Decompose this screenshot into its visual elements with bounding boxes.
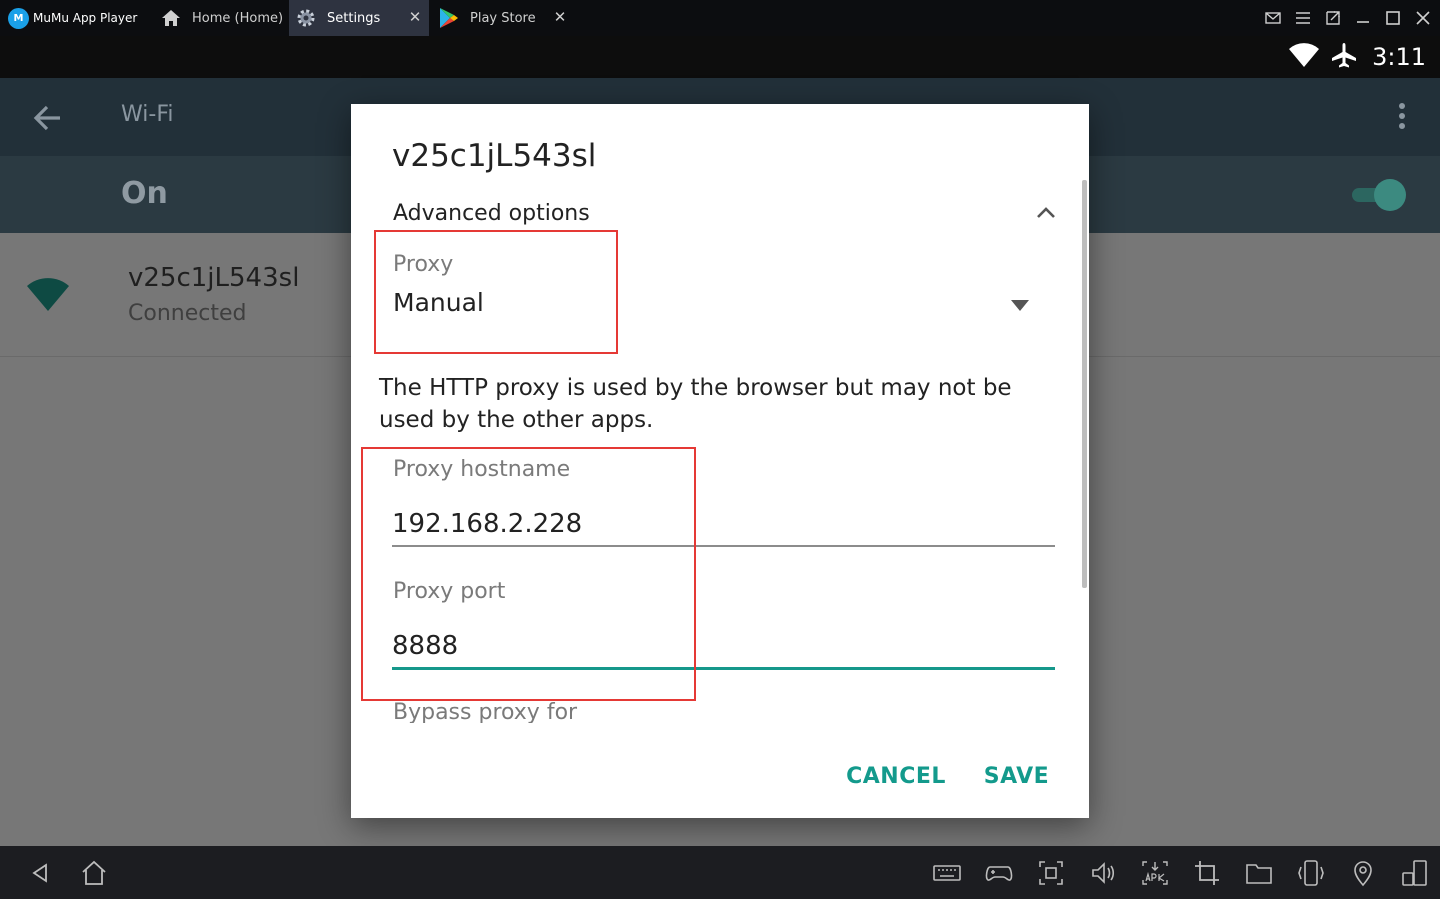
keyboard-icon[interactable] [932, 858, 962, 888]
mumu-logo-icon: M [8, 7, 29, 29]
crop-icon[interactable] [1192, 858, 1222, 888]
tab-play-store[interactable]: Play Store ✕ [432, 0, 574, 36]
dialog-scrollbar[interactable] [1082, 180, 1087, 588]
save-button[interactable]: SAVE [979, 756, 1054, 796]
wifi-switch-label: On [121, 176, 168, 211]
network-status: Connected [128, 301, 247, 326]
bypass-proxy-label: Bypass proxy for [393, 700, 578, 723]
chevron-up-icon[interactable] [1035, 202, 1057, 224]
toggle-knob [1374, 179, 1406, 211]
app-brand: M MuMu App Player [8, 7, 137, 29]
close-window-icon[interactable] [1410, 5, 1436, 31]
tab-play-store-label: Play Store [470, 10, 536, 26]
menu-icon[interactable] [1290, 5, 1316, 31]
nav-home-icon[interactable] [79, 858, 109, 888]
location-icon[interactable] [1348, 858, 1378, 888]
screen-record-icon[interactable] [1036, 858, 1066, 888]
status-icons: 3:11 [1288, 40, 1426, 74]
wifi-signal-icon [1288, 42, 1320, 72]
multi-window-icon[interactable] [1400, 858, 1430, 888]
advanced-options-label[interactable]: Advanced options [393, 201, 590, 226]
wifi-network-icon [26, 277, 70, 313]
proxy-highlight-box [374, 230, 618, 354]
tab-home-label: Home (Home) [192, 10, 284, 26]
window-controls [1256, 0, 1436, 36]
airplane-mode-icon [1330, 41, 1358, 73]
dropdown-arrow-icon[interactable] [1011, 297, 1029, 311]
gamepad-icon[interactable] [984, 858, 1014, 888]
page-title: Wi-Fi [121, 102, 174, 127]
emulator-toolbar [0, 846, 1440, 899]
home-icon [158, 5, 184, 31]
play-store-icon [436, 5, 462, 31]
nav-back-icon[interactable] [26, 858, 56, 888]
network-name: v25c1jL543sl [128, 263, 300, 293]
shake-icon[interactable] [1296, 858, 1326, 888]
app-name: MuMu App Player [33, 11, 138, 25]
close-tab-settings-icon[interactable]: ✕ [407, 9, 423, 25]
install-apk-icon[interactable] [1140, 858, 1170, 888]
minimize-icon[interactable] [1350, 5, 1376, 31]
gear-icon [293, 5, 319, 31]
wifi-toggle[interactable] [1350, 178, 1406, 212]
tab-settings[interactable]: Settings ✕ [289, 0, 429, 36]
bypass-proxy-field: Bypass proxy for [393, 698, 693, 723]
proxy-fields-highlight-box [361, 447, 696, 701]
overflow-menu-icon[interactable] [1390, 100, 1414, 136]
proxy-info-text: The HTTP proxy is used by the browser bu… [379, 375, 1012, 433]
status-clock: 3:11 [1372, 43, 1426, 71]
android-statusbar: 3:11 [0, 36, 1440, 78]
tab-settings-label: Settings [327, 10, 381, 26]
dialog-title: v25c1jL543sl [392, 138, 597, 174]
emulator-titlebar: M MuMu App Player Home (Home) Settings ✕ [0, 0, 1440, 36]
mail-icon[interactable] [1260, 5, 1286, 31]
close-tab-play-store-icon[interactable]: ✕ [552, 9, 568, 25]
back-arrow-icon[interactable] [30, 100, 66, 136]
maximize-icon[interactable] [1380, 5, 1406, 31]
folder-icon[interactable] [1244, 858, 1274, 888]
volume-icon[interactable] [1088, 858, 1118, 888]
cancel-button[interactable]: CANCEL [841, 756, 951, 796]
tab-home[interactable]: Home (Home) [154, 0, 288, 36]
pin-window-icon[interactable] [1320, 5, 1346, 31]
